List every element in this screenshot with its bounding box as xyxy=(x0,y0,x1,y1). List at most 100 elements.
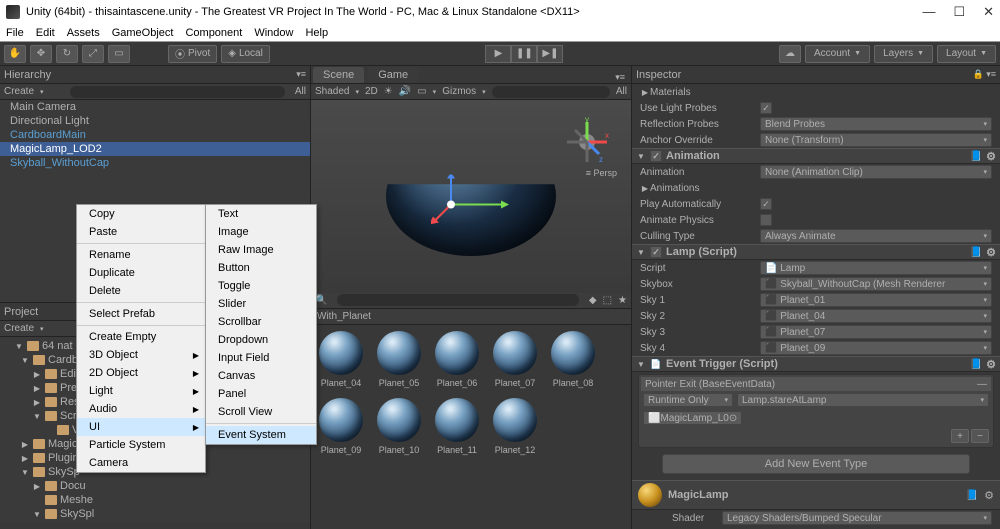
component-checkbox[interactable]: ✓ xyxy=(650,246,662,258)
fx-icon[interactable]: ▭ xyxy=(417,86,426,97)
fold-arrow-icon[interactable]: ▼ xyxy=(20,356,30,365)
inspector-field[interactable]: ⬛ Planet_09▾ xyxy=(760,341,992,355)
help-icon[interactable]: 📘 xyxy=(966,490,978,501)
inspector-field[interactable]: ⬛ Planet_07▾ xyxy=(760,325,992,339)
context-menu-item[interactable]: Rename xyxy=(77,246,205,264)
rect-tool-button[interactable]: ▭ xyxy=(108,45,130,63)
menu-component[interactable]: Component xyxy=(185,27,242,39)
layout-dropdown[interactable]: Layout▼ xyxy=(937,45,996,63)
asset-item[interactable]: Planet_10 xyxy=(375,398,423,455)
remove-event-button[interactable]: — xyxy=(977,379,987,390)
gear-icon[interactable]: ⚙ xyxy=(986,246,996,259)
fold-arrow-icon[interactable]: ▼ xyxy=(14,342,24,351)
materials-header[interactable]: Materials xyxy=(650,87,770,98)
context-submenu-item[interactable]: Image xyxy=(206,223,316,241)
context-menu-item[interactable]: 2D Object▶ xyxy=(77,364,205,382)
context-menu-item[interactable]: 3D Object▶ xyxy=(77,346,205,364)
menu-edit[interactable]: Edit xyxy=(36,27,55,39)
hierarchy-search[interactable] xyxy=(70,86,285,98)
move-tool-button[interactable]: ✥ xyxy=(30,45,52,63)
filter-all[interactable]: All xyxy=(616,86,627,97)
context-menu-item[interactable]: Paste xyxy=(77,223,205,241)
remove-listener-button[interactable]: − xyxy=(971,429,989,443)
checkbox[interactable]: ✓ xyxy=(760,198,772,210)
lamp-script-header[interactable]: Lamp (Script) xyxy=(666,246,737,258)
checkbox[interactable] xyxy=(760,214,772,226)
event-object-field[interactable]: ⬜MagicLamp_L0⊙ xyxy=(643,411,742,425)
context-submenu-item[interactable]: Dropdown xyxy=(206,331,316,349)
gear-icon[interactable]: ⚙ xyxy=(986,150,996,163)
context-submenu-item[interactable]: Canvas xyxy=(206,367,316,385)
transform-gizmo[interactable] xyxy=(431,174,511,237)
help-icon[interactable]: 📘 xyxy=(970,247,982,258)
asset-item[interactable]: Planet_12 xyxy=(491,398,539,455)
layers-dropdown[interactable]: Layers▼ xyxy=(874,45,933,63)
context-submenu-item[interactable]: Panel xyxy=(206,385,316,403)
fold-arrow-icon[interactable]: ▼ xyxy=(32,412,42,421)
project-tab[interactable]: Project xyxy=(4,306,38,318)
context-submenu-item[interactable]: Button xyxy=(206,259,316,277)
local-toggle[interactable]: ◈Local xyxy=(221,45,270,63)
fold-icon[interactable]: ▼ xyxy=(636,360,646,369)
tab-scene[interactable]: Scene xyxy=(313,67,364,83)
menu-assets[interactable]: Assets xyxy=(67,27,100,39)
filter-icon[interactable]: ⬚ xyxy=(603,295,612,306)
context-submenu-item[interactable]: Raw Image xyxy=(206,241,316,259)
shader-dropdown[interactable]: Legacy Shaders/Bumped Specular▾ xyxy=(722,511,992,525)
lock-icon[interactable]: 🔒 ▾≡ xyxy=(973,69,996,80)
inspector-field[interactable]: None (Animation Clip)▾ xyxy=(760,165,992,179)
asset-item[interactable]: Planet_05 xyxy=(375,331,423,388)
context-menu-item[interactable]: Copy xyxy=(77,205,205,223)
filter-icon[interactable]: ◆ xyxy=(589,295,597,306)
asset-item[interactable]: Planet_08 xyxy=(549,331,597,388)
menu-gameobject[interactable]: GameObject xyxy=(112,27,174,39)
hierarchy-tab[interactable]: Hierarchy xyxy=(4,69,51,81)
asset-item[interactable]: Planet_07 xyxy=(491,331,539,388)
play-button[interactable]: ▶ xyxy=(485,45,511,63)
project-tree-row[interactable]: ▼SkySpl xyxy=(0,507,310,521)
asset-item[interactable]: Planet_11 xyxy=(433,398,481,455)
shading-mode[interactable]: Shaded xyxy=(315,86,349,97)
scene-search[interactable] xyxy=(492,86,610,98)
fold-arrow-icon[interactable]: ▶ xyxy=(20,454,30,463)
gear-icon[interactable]: ⚙ xyxy=(984,489,994,502)
add-listener-button[interactable]: + xyxy=(951,429,969,443)
scale-tool-button[interactable]: ⤢ xyxy=(82,45,104,63)
context-submenu-item[interactable]: Scroll View xyxy=(206,403,316,421)
pivot-toggle[interactable]: ⦿Pivot xyxy=(168,45,217,63)
context-menu-item[interactable]: Create Empty xyxy=(77,328,205,346)
tab-game[interactable]: Game xyxy=(368,67,418,83)
inspector-field[interactable]: None (Transform)▾ xyxy=(760,133,992,147)
step-button[interactable]: ▶❚ xyxy=(537,45,563,63)
panel-menu-icon[interactable]: ▾≡ xyxy=(296,69,306,80)
panel-menu-icon[interactable]: ▾≡ xyxy=(609,72,631,83)
menu-help[interactable]: Help xyxy=(305,27,328,39)
fold-arrow-icon[interactable]: ▼ xyxy=(20,468,30,477)
add-event-type-button[interactable]: Add New Event Type xyxy=(662,454,970,474)
2d-toggle[interactable]: 2D xyxy=(365,86,378,97)
context-menu-item[interactable]: Light▶ xyxy=(77,382,205,400)
context-submenu-item[interactable]: Input Field xyxy=(206,349,316,367)
scene-viewport[interactable]: yxz ≡ Persp xyxy=(311,100,631,293)
context-submenu-item[interactable]: Slider xyxy=(206,295,316,313)
runtime-dropdown[interactable]: Runtime Only▾ xyxy=(643,393,733,407)
hand-tool-button[interactable]: ✋ xyxy=(4,45,26,63)
pause-button[interactable]: ❚❚ xyxy=(511,45,537,63)
context-submenu-item[interactable]: Toggle xyxy=(206,277,316,295)
context-menu-item[interactable]: Audio▶ xyxy=(77,400,205,418)
fold-icon[interactable]: ▼ xyxy=(636,248,646,257)
fold-arrow-icon[interactable]: ▶ xyxy=(32,370,42,379)
context-menu-item[interactable]: Select Prefab xyxy=(77,305,205,323)
fold-arrow-icon[interactable]: ▼ xyxy=(32,510,42,519)
cloud-icon[interactable]: ☁ xyxy=(779,45,801,63)
fold-arrow-icon[interactable]: ▶ xyxy=(32,482,42,491)
gizmos-dropdown[interactable]: Gizmos xyxy=(442,86,476,97)
light-icon[interactable]: ☀ xyxy=(384,86,393,97)
inspector-tab[interactable]: Inspector xyxy=(636,69,681,81)
project-tree-row[interactable]: ▶W xyxy=(0,521,310,522)
audio-icon[interactable]: 🔊 xyxy=(399,86,411,97)
star-icon[interactable]: ★ xyxy=(618,295,627,306)
context-menu-item[interactable]: UI▶ xyxy=(77,418,205,436)
maximize-button[interactable]: ☐ xyxy=(953,4,965,20)
hierarchy-item[interactable]: CardboardMain xyxy=(0,128,310,142)
